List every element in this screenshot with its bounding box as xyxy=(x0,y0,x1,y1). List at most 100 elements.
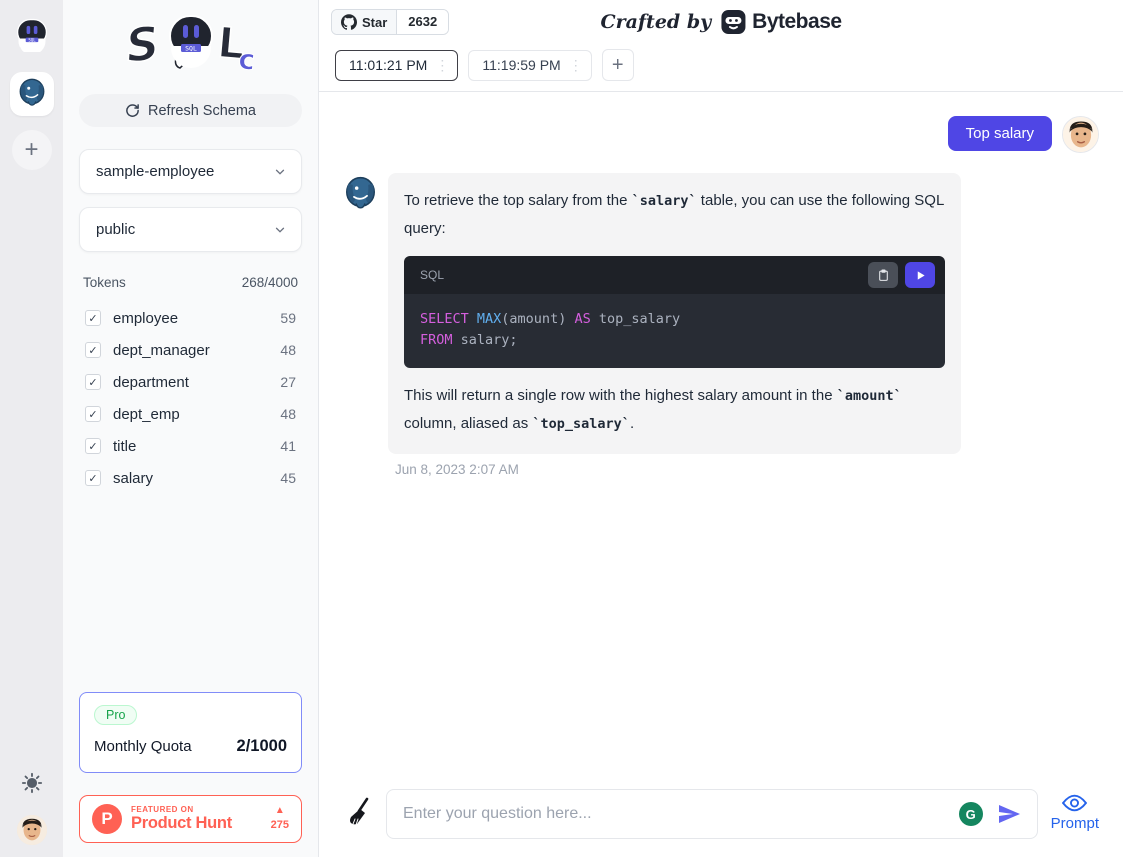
table-row-dept-emp[interactable]: ✓ dept_emp 48 xyxy=(79,398,302,430)
star-label: Star xyxy=(362,15,387,30)
copy-code-button[interactable] xyxy=(868,262,898,288)
table-checkbox[interactable]: ✓ xyxy=(85,406,101,422)
composer: G Prompt xyxy=(319,789,1123,857)
clear-conversation-broom-icon[interactable] xyxy=(347,797,373,832)
conversation-item-postgres[interactable] xyxy=(10,72,54,116)
ph-upvotes: ▲ 275 xyxy=(271,806,289,832)
bot-paragraph-2: This will return a single row with the h… xyxy=(404,382,945,438)
refresh-schema-button[interactable]: Refresh Schema xyxy=(79,94,302,127)
tab-menu-icon[interactable]: ⋮ xyxy=(569,58,583,72)
table-token-count: 41 xyxy=(280,438,296,454)
sqlchat-logo: S SQL L c xyxy=(79,8,302,94)
database-select-value: sample-employee xyxy=(96,163,214,180)
grammarly-icon[interactable]: G xyxy=(959,802,983,826)
bytebase-name: Bytebase xyxy=(752,10,841,34)
sqlchat-bot-icon: SQL xyxy=(14,16,50,57)
schema-select[interactable]: public xyxy=(79,207,302,252)
product-hunt-badge[interactable]: P FEATURED ON Product Hunt ▲ 275 xyxy=(79,795,302,843)
new-tab-button[interactable]: + xyxy=(602,49,634,81)
table-name: dept_emp xyxy=(113,406,280,423)
copy-icon xyxy=(877,269,890,282)
svg-text:S: S xyxy=(123,16,162,73)
table-row-dept-manager[interactable]: ✓ dept_manager 48 xyxy=(79,334,302,366)
chevron-down-icon xyxy=(273,165,287,179)
table-name: employee xyxy=(113,310,280,327)
user-message-row: Top salary xyxy=(343,116,1099,153)
svg-text:c: c xyxy=(237,43,256,76)
message-timestamp: Jun 8, 2023 2:07 AM xyxy=(395,462,1099,477)
refresh-schema-label: Refresh Schema xyxy=(148,103,256,119)
ph-featured-label: FEATURED ON xyxy=(131,806,262,815)
code-language-label: SQL xyxy=(420,261,444,289)
code-line-1: SELECT MAX(amount) AS top_salary xyxy=(420,309,929,330)
crafted-by[interactable]: Crafted by Bytebase xyxy=(600,9,841,35)
postgresql-avatar xyxy=(343,175,378,210)
table-token-count: 48 xyxy=(280,406,296,422)
conversation-tabbar: 11:01:21 PM ⋮ 11:19:59 PM ⋮ + xyxy=(319,44,1123,92)
schema-select-value: public xyxy=(96,221,135,238)
theme-toggle-sun-icon[interactable] xyxy=(21,772,43,799)
svg-text:SQL: SQL xyxy=(185,45,197,53)
table-token-count: 48 xyxy=(280,342,296,358)
prompt-button[interactable]: Prompt xyxy=(1051,793,1099,836)
table-row-salary[interactable]: ✓ salary 45 xyxy=(79,462,302,494)
question-input-wrap: G xyxy=(386,789,1038,839)
user-avatar[interactable] xyxy=(17,815,47,845)
table-checkbox[interactable]: ✓ xyxy=(85,470,101,486)
table-checkbox[interactable]: ✓ xyxy=(85,310,101,326)
plus-icon: + xyxy=(24,136,38,164)
table-checkbox[interactable]: ✓ xyxy=(85,342,101,358)
check-icon: ✓ xyxy=(88,376,97,389)
rail-bottom xyxy=(17,772,47,857)
tab-conversation-1[interactable]: 11:01:21 PM ⋮ xyxy=(335,50,458,81)
table-row-employee[interactable]: ✓ employee 59 xyxy=(79,302,302,334)
new-conversation-button[interactable]: + xyxy=(12,130,52,170)
table-token-count: 27 xyxy=(280,374,296,390)
chat-main: Star 2632 Crafted by xyxy=(319,0,1123,857)
code-line-2: FROM salary; xyxy=(420,330,929,351)
conversation-item-sqlchat[interactable]: SQL xyxy=(10,14,54,58)
pro-badge: Pro xyxy=(94,705,137,725)
tokens-row: Tokens 268/4000 xyxy=(83,275,298,290)
tab-conversation-2[interactable]: 11:19:59 PM ⋮ xyxy=(468,50,591,81)
table-row-title[interactable]: ✓ title 41 xyxy=(79,430,302,462)
tab-label: 11:19:59 PM xyxy=(482,57,560,73)
question-input[interactable] xyxy=(403,805,949,823)
conversation-rail: SQL + xyxy=(0,0,63,857)
run-query-button[interactable] xyxy=(905,262,935,288)
bot-message-bubble: To retrieve the top salary from the `sal… xyxy=(388,173,961,454)
upvote-count: 275 xyxy=(271,819,289,831)
table-row-department[interactable]: ✓ department 27 xyxy=(79,366,302,398)
message-list: Top salary xyxy=(319,92,1123,789)
user-message-bubble: Top salary xyxy=(948,116,1052,151)
postgresql-icon xyxy=(17,77,47,112)
product-hunt-icon: P xyxy=(92,804,122,834)
schema-sidebar: S SQL L c xyxy=(63,0,319,857)
crafted-by-label: Crafted by xyxy=(600,11,711,33)
monthly-quota-value: 2/1000 xyxy=(237,737,287,756)
table-name: title xyxy=(113,438,280,455)
user-avatar xyxy=(1062,116,1099,153)
tab-menu-icon[interactable]: ⋮ xyxy=(435,58,449,72)
bot-message-row: To retrieve the top salary from the `sal… xyxy=(343,173,1099,454)
upvote-icon: ▲ xyxy=(271,806,289,816)
check-icon: ✓ xyxy=(88,440,97,453)
bytebase-logo-icon xyxy=(720,9,746,35)
table-token-count: 59 xyxy=(280,310,296,326)
database-select[interactable]: sample-employee xyxy=(79,149,302,194)
send-button[interactable] xyxy=(993,798,1025,830)
table-checkbox[interactable]: ✓ xyxy=(85,374,101,390)
chevron-down-icon xyxy=(273,223,287,237)
bot-paragraph-1: To retrieve the top salary from the `sal… xyxy=(404,187,945,243)
github-star-button[interactable]: Star 2632 xyxy=(331,9,449,35)
table-token-count: 45 xyxy=(280,470,296,486)
code-block-header: SQL xyxy=(404,256,945,294)
table-list: ✓ employee 59 ✓ dept_manager 48 ✓ depart… xyxy=(79,302,302,494)
code-block-body: SELECT MAX(amount) AS top_salary FROM sa… xyxy=(404,294,945,368)
check-icon: ✓ xyxy=(88,408,97,421)
eye-icon xyxy=(1062,793,1087,813)
table-checkbox[interactable]: ✓ xyxy=(85,438,101,454)
check-icon: ✓ xyxy=(88,344,97,357)
topbar: Star 2632 Crafted by xyxy=(319,0,1123,44)
prompt-label: Prompt xyxy=(1051,815,1099,832)
